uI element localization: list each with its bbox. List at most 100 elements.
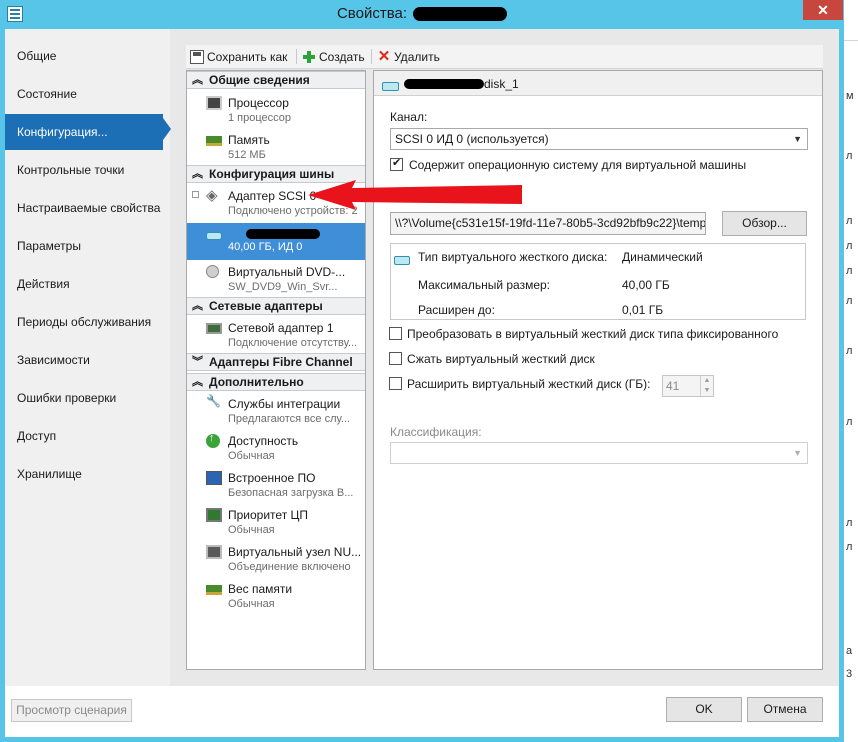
chevron-down-icon: ▼ — [793, 448, 802, 458]
tree-item-subtitle: 1 процессор — [228, 112, 292, 124]
redacted-disk-prefix — [404, 79, 484, 89]
section-advanced[interactable]: ︽ Дополнительно — [187, 373, 365, 391]
tree-item-hard-disk[interactable]: 40,00 ГБ, ИД 0 — [187, 223, 365, 260]
delete-button[interactable]: ✕ Удалить — [377, 48, 440, 66]
scsi-adapter-icon — [206, 186, 222, 204]
toolbar: Сохранить как Создать ✕ Удалить — [186, 45, 823, 69]
nav-item-maintenance-windows[interactable]: Периоды обслуживания — [5, 304, 170, 340]
disk-path-field[interactable]: \\?\Volume{c531e15f-19fd-11e7-80b5-3cd92… — [390, 212, 706, 235]
annotation-arrow — [308, 180, 522, 210]
stepper-up-icon[interactable]: ▲ — [700, 376, 713, 386]
numa-node-icon — [206, 545, 222, 559]
tree-item-subtitle: Обычная — [228, 524, 275, 536]
max-size-value: 40,00 ГБ — [622, 278, 670, 292]
tree-item-dvd[interactable]: Виртуальный DVD-... SW_DVD9_Win_Svr... — [187, 260, 365, 297]
tree-item-title: Виртуальный узел NU... — [228, 545, 362, 559]
tree-item-title: Сетевой адаптер 1 — [228, 321, 334, 335]
nav-item-custom-properties[interactable]: Настраиваемые свойства — [5, 190, 170, 226]
nav-item-access[interactable]: Доступ — [5, 418, 170, 454]
contains-os-label: Содержит операционную систему для виртуа… — [409, 158, 747, 172]
expand-size-stepper[interactable]: 41 ▲ ▼ — [662, 375, 714, 397]
plus-icon — [302, 50, 316, 64]
nav-item-dependencies[interactable]: Зависимости — [5, 342, 170, 378]
nav-item-actions[interactable]: Действия — [5, 266, 170, 302]
collapse-box-icon[interactable] — [192, 191, 199, 198]
cpu-priority-icon — [206, 508, 222, 522]
tree-item-title: Память — [228, 133, 270, 147]
nav-item-configuration[interactable]: Конфигурация... — [5, 114, 163, 150]
tree-item-title: Процессор — [228, 96, 289, 110]
sidebar: Общие Состояние Конфигурация... Контроль… — [5, 29, 170, 686]
tree-item-availability[interactable]: Доступность Обычная — [187, 429, 365, 466]
collapse-chevron-icon: ︽ — [192, 376, 203, 388]
nav-item-storage[interactable]: Хранилище — [5, 456, 170, 492]
window-frame-bottom — [0, 737, 844, 742]
toolbar-separator — [371, 49, 372, 64]
nav-item-state[interactable]: Состояние — [5, 76, 170, 112]
channel-label: Канал: — [390, 110, 428, 124]
availability-icon — [206, 432, 220, 448]
save-as-button[interactable]: Сохранить как — [190, 48, 287, 66]
nav-item-general[interactable]: Общие — [5, 38, 170, 74]
contains-os-checkbox[interactable] — [390, 156, 403, 171]
max-size-label: Максимальный размер: — [418, 278, 551, 292]
tree-item-subtitle: 40,00 ГБ, ИД 0 — [228, 241, 303, 253]
redacted-vm-name — [413, 7, 507, 21]
section-general[interactable]: ︽ Общие сведения — [187, 71, 365, 89]
tree-item-memory[interactable]: Память 512 МБ — [187, 128, 365, 165]
tree-item-cpu-priority[interactable]: Приоритет ЦП Обычная — [187, 503, 365, 540]
delete-label: Удалить — [394, 50, 440, 64]
create-button[interactable]: Создать — [302, 48, 365, 66]
section-network-adapters[interactable]: ︽ Сетевые адаптеры — [187, 297, 365, 315]
browse-button[interactable]: Обзор... — [722, 211, 807, 236]
expand-chevron-icon: ︾ — [192, 356, 203, 368]
nav-item-validation-errors[interactable]: Ошибки проверки — [5, 380, 170, 416]
tree-item-title: Приоритет ЦП — [228, 508, 309, 522]
collapse-chevron-icon: ︽ — [192, 168, 203, 180]
classification-select[interactable]: ▼ — [390, 442, 808, 464]
tree-item-title: Виртуальный DVD-... — [228, 265, 346, 279]
compress-label: Сжать виртуальный жесткий диск — [407, 352, 595, 366]
convert-fixed-label: Преобразовать в виртуальный жесткий диск… — [407, 327, 779, 341]
convert-fixed-checkbox[interactable] — [389, 327, 402, 340]
section-fibre-channel[interactable]: ︾ Адаптеры Fibre Channel — [187, 353, 365, 371]
tree-item-title: Встроенное ПО — [228, 471, 316, 485]
classification-label: Классификация: — [390, 425, 482, 439]
tree-item-cpu[interactable]: Процессор 1 процессор — [187, 91, 365, 128]
expand-checkbox[interactable] — [389, 377, 402, 390]
close-button[interactable]: ✕ — [803, 0, 843, 20]
tree-item-title: Доступность — [228, 434, 299, 448]
ok-button[interactable]: OK — [666, 697, 742, 722]
tree-item-network-adapter[interactable]: Сетевой адаптер 1 Подключение отсутству.… — [187, 316, 365, 353]
save-as-label: Сохранить как — [207, 50, 288, 64]
create-label: Создать — [319, 50, 365, 64]
expand-label: Расширить виртуальный жесткий диск (ГБ): — [407, 377, 651, 391]
hard-disk-icon — [394, 256, 410, 265]
channel-select[interactable]: SCSI 0 ИД 0 (используется) ▼ — [390, 128, 808, 150]
collapse-chevron-icon: ︽ — [192, 74, 203, 86]
nav-item-checkpoints[interactable]: Контрольные точки — [5, 152, 170, 188]
stepper-down-icon[interactable]: ▼ — [700, 386, 713, 396]
tree-item-numa[interactable]: Виртуальный узел NU... Объединение включ… — [187, 540, 365, 577]
tree-item-integration-services[interactable]: Службы интеграции Предлагаются все слу..… — [187, 392, 365, 429]
nav-item-parameters[interactable]: Параметры — [5, 228, 170, 264]
tree-item-title: Службы интеграции — [228, 397, 341, 411]
tree-item-firmware[interactable]: Встроенное ПО Безопасная загрузка В... — [187, 466, 365, 503]
tree-item-subtitle: 512 МБ — [228, 149, 266, 161]
tree-item-subtitle: Предлагаются все слу... — [228, 413, 351, 425]
tree-item-subtitle: Объединение включено — [228, 561, 351, 573]
delete-x-icon: ✕ — [377, 48, 391, 65]
collapse-chevron-icon: ︽ — [192, 300, 203, 312]
compress-checkbox[interactable] — [389, 352, 402, 365]
tree-item-memory-weight[interactable]: Вес памяти Обычная — [187, 577, 365, 614]
network-adapter-icon — [206, 323, 222, 334]
toolbar-separator — [296, 49, 297, 64]
cancel-button[interactable]: Отмена — [747, 697, 823, 722]
tree-item-title: Вес памяти — [228, 582, 293, 596]
chevron-down-icon: ▼ — [793, 134, 802, 144]
expanded-to-label: Расширен до: — [418, 303, 495, 317]
disk-type-value: Динамический — [622, 250, 703, 264]
disk-type-label: Тип виртуального жесткого диска: — [418, 250, 608, 264]
channel-select-value: SCSI 0 ИД 0 (используется) — [395, 132, 549, 146]
view-script-button[interactable]: Просмотр сценария — [11, 699, 132, 722]
